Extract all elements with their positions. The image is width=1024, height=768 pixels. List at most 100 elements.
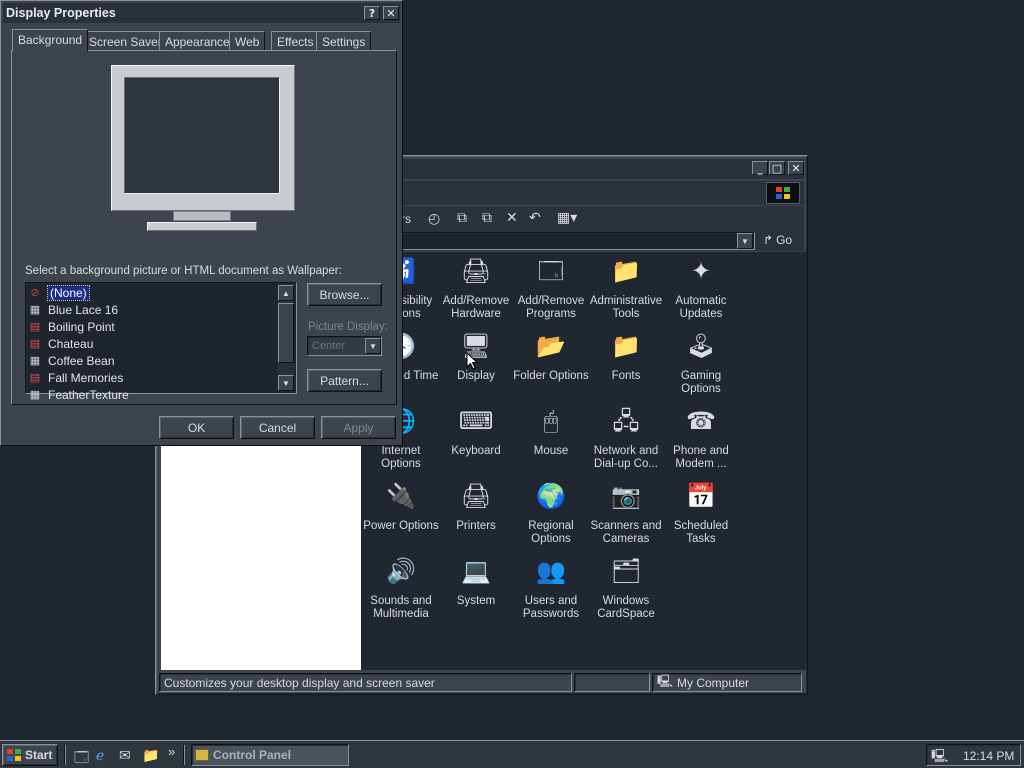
tab-background[interactable]: Background (12, 29, 89, 52)
globe-icon: 🌍 (536, 483, 566, 510)
wallpaper-list-item[interactable]: ▦ Coffee Bean (28, 352, 278, 369)
cp-item-keyboard[interactable]: ⌨ Keyboard (438, 404, 514, 474)
picture-display-select[interactable]: Center ▼ (307, 336, 382, 356)
cp-item-label: System (456, 595, 496, 607)
bitmap-icon: ▦ (29, 389, 41, 401)
wallpaper-list-item[interactable]: ▤ Fall Memories (28, 369, 278, 386)
tab-appearance[interactable]: Appearance (159, 31, 236, 51)
scroll-thumb[interactable] (278, 303, 294, 363)
wallpaper-prompt: Select a background picture or HTML docu… (25, 265, 342, 277)
cp-item-folder-options[interactable]: 📂 Folder Options (513, 329, 589, 399)
cp-item-power[interactable]: 🔌 Power Options (363, 479, 439, 549)
cp-item-label: Keyboard (451, 445, 501, 457)
wallpaper-list-item[interactable]: ▦ FeatherTexture (28, 386, 278, 403)
undo-icon[interactable]: ↶ (529, 209, 541, 226)
cp-item-label: Scanners and Cameras (590, 520, 662, 545)
wallpaper-list-scrollbar[interactable]: ▲ ▼ (278, 285, 294, 391)
history-icon[interactable]: ◴ (428, 210, 440, 227)
cp-item-mouse[interactable]: 🖱 Mouse (513, 404, 589, 474)
cp-item-label: Automatic Updates (675, 295, 727, 320)
cp-item-scanner[interactable]: 📷 Scanners and Cameras (588, 479, 664, 549)
display-properties-dialog: Display Properties ? ✕ Background Screen… (0, 0, 403, 446)
close-button[interactable]: ✕ (788, 161, 804, 175)
views-icon[interactable]: ▦▾ (557, 209, 577, 226)
cp-item-phone[interactable]: ☎ Phone and Modem ... (663, 404, 739, 474)
wallpaper-list-item[interactable]: ▤ Chateau (28, 335, 278, 352)
cp-item-label: Display (457, 370, 495, 382)
cp-item-network[interactable]: 🖧 Network and Dial-up Co... (588, 404, 664, 474)
cp-item-fonts[interactable]: 📁 Fonts (588, 329, 664, 399)
wallpaper-list[interactable]: ▲ ▼ ⊘ (None) ▦ Blue Lace 16 ▤ Boiling Point ▤ C… (25, 282, 297, 402)
cp-item-label: Windows CardSpace (597, 595, 655, 620)
cp-item-scheduled-tasks[interactable]: 📅 Scheduled Tasks (663, 479, 739, 549)
tab-effects[interactable]: Effects (271, 31, 320, 51)
explorer-icon[interactable]: 📁 (142, 747, 159, 764)
status-text: Customizes your desktop display and scre… (159, 673, 572, 692)
cp-item-globe[interactable]: 🌍 Regional Options (513, 479, 589, 549)
tab-web[interactable]: Web (229, 31, 266, 51)
programs-icon: 🗔 (537, 258, 565, 285)
cp-item-hardware[interactable]: 🖨 Add/Remove Hardware (438, 254, 514, 324)
start-button[interactable]: Start (2, 744, 58, 766)
address-dropdown-button[interactable]: ▼ (737, 233, 753, 249)
cp-item-joystick[interactable]: 🕹 Gaming Options (663, 329, 739, 399)
ok-button[interactable]: OK (159, 416, 234, 439)
cp-item-programs[interactable]: 🗔 Add/Remove Programs (513, 254, 589, 324)
internet-explorer-icon[interactable]: ℯ (96, 747, 104, 764)
cp-item-users[interactable]: 👥 Users and Passwords (513, 554, 589, 624)
copy-to-icon[interactable]: ⧉ (482, 209, 492, 226)
tab-screen-saver[interactable]: Screen Saver (83, 31, 168, 51)
cp-item-printers[interactable]: 🖨 Printers (438, 479, 514, 549)
keyboard-icon: ⌨ (458, 408, 494, 435)
cp-item-label: Fonts (611, 370, 641, 382)
cp-item-label: Add/Remove Programs (517, 295, 585, 320)
picture-display-dropdown-button[interactable]: ▼ (365, 338, 381, 354)
cancel-button[interactable]: Cancel (240, 416, 315, 439)
cp-item-speaker[interactable]: 🔊 Sounds and Multimedia (363, 554, 439, 624)
clock[interactable]: 12:14 PM (963, 749, 1014, 763)
cp-item-label: Scheduled Tasks (673, 520, 729, 545)
wallpaper-list-item[interactable]: ▦ Blue Lace 16 (28, 301, 278, 318)
hardware-icon: 🖨 (460, 258, 492, 285)
wallpaper-name: Chateau (48, 336, 94, 351)
scanner-icon: 📷 (611, 483, 641, 510)
delete-icon[interactable]: ✕ (506, 209, 518, 226)
power-icon: 🔌 (386, 483, 416, 510)
browse-button[interactable]: Browse... (307, 283, 382, 306)
scroll-up-button[interactable]: ▲ (278, 285, 294, 301)
cp-item-label: Add/Remove Hardware (442, 295, 510, 320)
tab-settings[interactable]: Settings (316, 31, 372, 51)
minimize-button[interactable]: _ (752, 161, 768, 175)
scroll-down-button[interactable]: ▼ (278, 375, 294, 391)
picture-display-value: Center (312, 340, 346, 352)
cp-item-admin-tools[interactable]: 📁 Administrative Tools (588, 254, 664, 324)
move-to-icon[interactable]: ⧉ (457, 209, 467, 226)
cp-item-cardspace[interactable]: 🗂 Windows CardSpace (588, 554, 664, 624)
taskbar-task-control-panel[interactable]: Control Panel (191, 744, 349, 766)
cp-item-label: Phone and Modem ... (673, 445, 729, 470)
wallpaper-name: (None) (47, 284, 90, 301)
maximize-button[interactable]: □ (769, 161, 785, 175)
network-tray-icon[interactable]: 🖳 (931, 747, 948, 768)
bitmap-icon: ▦ (29, 304, 41, 316)
outlook-express-icon[interactable]: ✉ (119, 747, 131, 764)
dialog-title-bar[interactable]: Display Properties (3, 3, 400, 23)
quick-launch-more-icon[interactable]: » (168, 744, 175, 759)
dialog-close-button[interactable]: ✕ (383, 6, 399, 20)
help-button[interactable]: ? (364, 6, 380, 20)
system-tray: 🖳 12:14 PM (926, 744, 1021, 766)
address-input[interactable]: ▼ (400, 232, 755, 250)
cp-item-system[interactable]: 💻 System (438, 554, 514, 624)
cardspace-icon: 🗂 (610, 558, 642, 585)
wallpaper-list-item[interactable]: ▤ Boiling Point (28, 318, 278, 335)
wallpaper-name: Boiling Point (48, 319, 115, 334)
cp-item-windows-update[interactable]: ✦ Automatic Updates (663, 254, 739, 324)
wallpaper-list-item[interactable]: ⊘ (None) (28, 284, 278, 301)
pattern-button[interactable]: Pattern... (307, 369, 382, 392)
go-button[interactable]: ↱ Go (763, 233, 792, 247)
show-desktop-icon[interactable]: 🗔 (74, 747, 89, 768)
admin-tools-icon: 📁 (611, 258, 641, 285)
apply-button[interactable]: Apply (321, 416, 396, 439)
picture-display-label: Picture Display: (308, 321, 388, 333)
dialog-title: Display Properties (6, 6, 116, 20)
